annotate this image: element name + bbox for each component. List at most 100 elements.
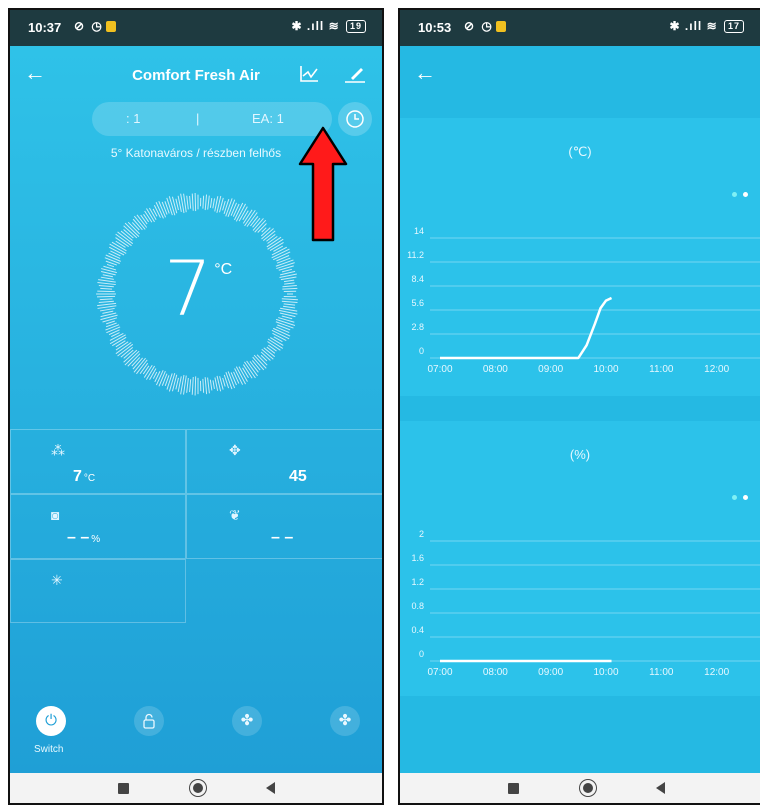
current-temperature: 7 °C: [10, 251, 382, 327]
temperature-chart-card: (℃) 0 2.8 5.6 8.4 11.2 14 07:00 08:00 09:00 10:00…: [400, 118, 760, 396]
home-icon[interactable]: [190, 780, 206, 796]
dial-tick: [209, 197, 213, 208]
stat-cell-fan-speed: ✥ 45: [186, 429, 382, 494]
status-bar: 10:53 ⊘ ◷ ✱ .ıll ≋ 17: [400, 10, 760, 46]
y-tick-label: 2.8: [411, 322, 424, 332]
recent-apps-icon[interactable]: [118, 783, 129, 794]
y-tick-label: 0: [419, 346, 424, 356]
dial-tick: [232, 203, 240, 217]
status-time: 10:37: [28, 20, 62, 35]
y-tick-label: 0.4: [411, 625, 424, 635]
temperature-chart: 0 2.8 5.6 8.4 11.2 14 07:00 08:00 09:00 10:00 11:0…: [407, 226, 760, 375]
y-tick-label: 11.2: [407, 250, 424, 260]
x-tick-label: 10:00: [593, 364, 618, 375]
stat-humidity-number: – –: [67, 529, 90, 546]
dial-tick: [140, 214, 148, 225]
status-icons: ⊘ ◷: [74, 19, 116, 33]
x-tick-label: 12:00: [704, 667, 729, 678]
y-tick-label: 1.2: [411, 577, 424, 587]
stat-temperature-value: 7 °C: [73, 468, 95, 486]
pill-separator: |: [196, 111, 200, 126]
dial-tick: [252, 217, 261, 228]
dial-tick: [276, 326, 290, 334]
fan-button[interactable]: ✤: [232, 706, 262, 736]
y-tick-label: 1.6: [411, 553, 424, 563]
device-title: Comfort Fresh Air: [132, 67, 260, 84]
status-right: ✱ .ıll ≋ 19: [291, 19, 366, 34]
notification-icon: [495, 21, 506, 33]
dial-tick: [202, 195, 205, 209]
dial-tick: [168, 196, 176, 216]
pill-left-value: : 1: [126, 111, 141, 126]
status-bar: 10:37 ⊘ ◷ ✱ .ıll ≋ 19: [10, 10, 382, 46]
lock-button[interactable]: [134, 706, 164, 736]
power-button[interactable]: ⏻: [36, 706, 66, 736]
dial-tick: [266, 346, 276, 354]
back-nav-icon[interactable]: [656, 782, 665, 794]
back-button[interactable]: ←: [414, 62, 436, 84]
dial-tick: [191, 193, 194, 211]
notification-icon: [105, 21, 116, 33]
system-nav-bar: [400, 773, 760, 803]
stat-humidity-unit: %: [91, 534, 101, 545]
dial-tick: [115, 233, 132, 247]
dial-tick: [230, 372, 237, 386]
dial-tick: [168, 372, 176, 392]
dial-tick: [268, 344, 277, 352]
stat-fan-speed-value: 45: [289, 468, 307, 485]
dial-tick: [117, 231, 134, 245]
x-tick-label: 10:00: [593, 667, 618, 678]
dial-tick: [115, 340, 126, 348]
control-buttons: ⏻ Switch ✤ ✤: [10, 706, 382, 770]
x-tick-label: 11:00: [649, 667, 674, 678]
dial-tick: [242, 210, 249, 221]
app-body: ← Comfort Fresh Air : 1 | EA: 1 5° Katon…: [10, 46, 382, 773]
y-tick-label: 5.6: [411, 298, 424, 308]
humidity-chart-card: (%) 0 0.4 0.8 1.2 1.6 2 07:00 08:00 09:00 10:00 11…: [400, 421, 760, 696]
edit-icon[interactable]: [343, 64, 367, 84]
chart-icon[interactable]: [298, 64, 320, 84]
dial-tick: [115, 240, 126, 248]
x-tick-label: 08:00: [483, 667, 508, 678]
stat-leaf-value: – –: [271, 529, 294, 546]
battery-icon: 17: [723, 20, 744, 34]
y-tick-label: 0: [419, 649, 424, 659]
signal-icon: ✱ .ıll ≋: [291, 19, 340, 33]
power-icon: ⏻: [45, 712, 57, 729]
dial-tick: [106, 326, 121, 334]
app-body: ← (℃) 0 2.8 5.6 8.4 11.2 14 07:00 08:00 09:00 10:…: [400, 46, 760, 773]
home-icon[interactable]: [580, 780, 596, 796]
dial-tick: [183, 375, 187, 395]
dial-tick: [207, 195, 210, 210]
lock-icon: [143, 713, 155, 729]
fan-mode-button[interactable]: ✤: [330, 706, 360, 736]
dial-tick: [175, 377, 179, 390]
dial-tick: [149, 368, 157, 381]
dial-tick: [222, 377, 226, 387]
dial-tick: [131, 222, 140, 231]
status-right: ✱ .ıll ≋ 17: [670, 19, 744, 34]
y-tick-label: 14: [414, 226, 424, 236]
dial-tick: [124, 222, 140, 237]
dial-tick: [212, 198, 216, 209]
dial-tick: [209, 379, 213, 391]
battery-icon: 19: [345, 20, 366, 34]
snowflake-icon: ✳: [51, 572, 63, 588]
dial-tick: [214, 377, 219, 391]
series-line: [440, 296, 613, 360]
stat-cell-snowflake: ✳: [10, 559, 186, 623]
leaf-icon: ❦: [229, 507, 241, 523]
back-nav-icon[interactable]: [266, 782, 275, 794]
dial-tick: [222, 200, 226, 211]
x-tick-label: 08:00: [483, 364, 508, 375]
x-tick-label: 09:00: [538, 667, 563, 678]
temperature-value: 7: [163, 244, 213, 333]
recent-apps-icon[interactable]: [508, 783, 519, 794]
status-icons: ⊘ ◷: [464, 19, 506, 33]
dial-tick: [207, 377, 210, 394]
system-nav-bar: [10, 773, 382, 803]
dial-tick: [194, 193, 197, 212]
dial-tick: [194, 376, 197, 396]
dial-tick: [124, 350, 140, 366]
stat-cell-leaf: ❦ – –: [186, 494, 382, 559]
